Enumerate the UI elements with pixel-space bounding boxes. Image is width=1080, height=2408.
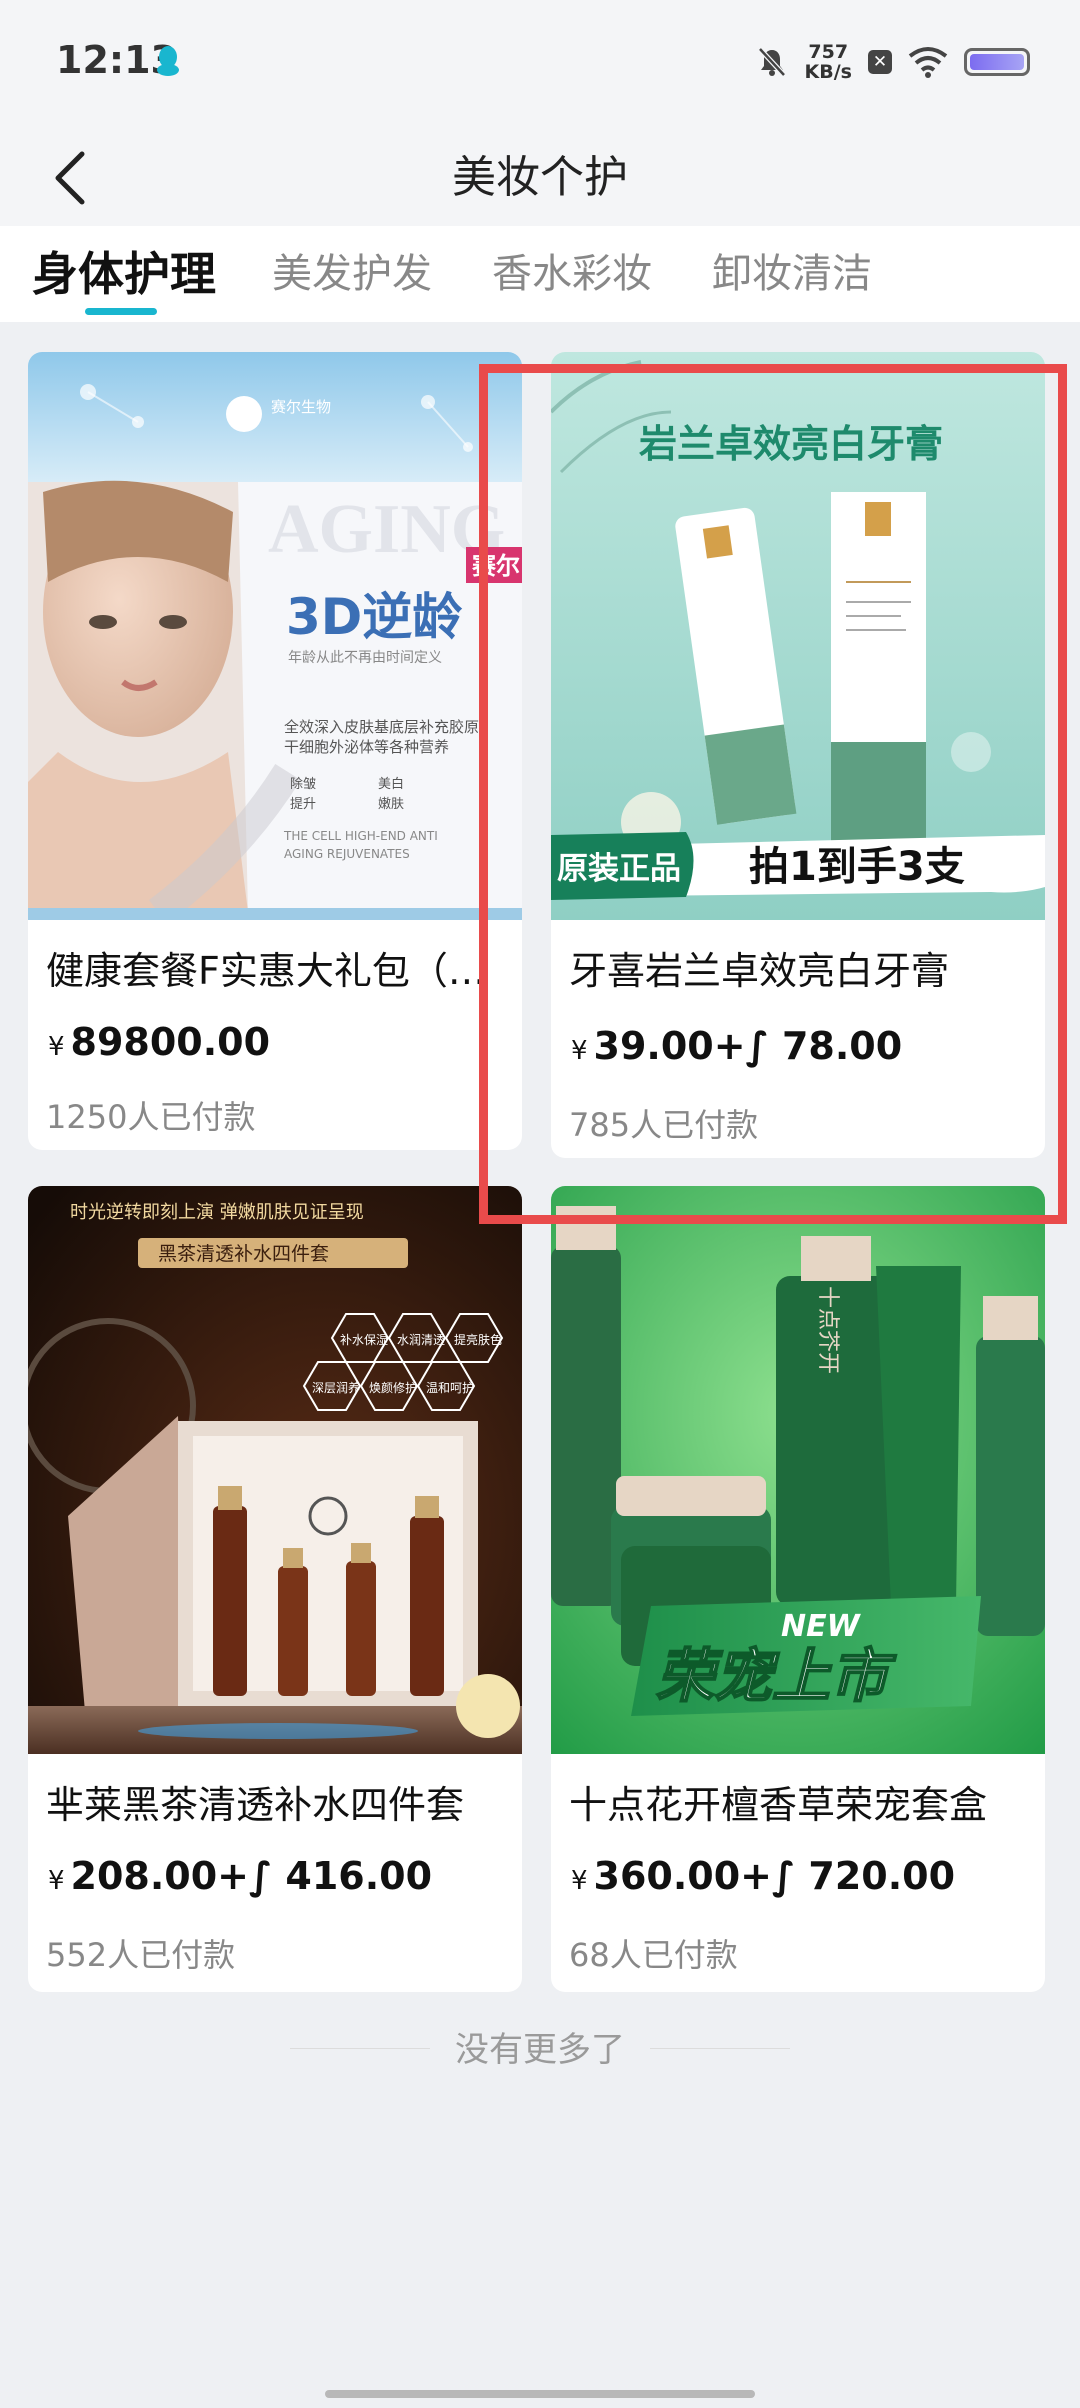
product-card[interactable]: 十点芥开 NEW 荣宠上市 十点花开檀香草荣宠套盒 ¥360.00+∫ 720.… xyxy=(551,1186,1045,1992)
product-title[interactable]: 十点花开檀香草荣宠套盒 xyxy=(569,1774,1027,1829)
benefit-hex: 提亮肤色 xyxy=(454,1332,502,1347)
benefit-hex: 深层润养 xyxy=(312,1380,360,1395)
top-slogan: 时光逆转即刻上演 弹嫩肌肤见证呈现 xyxy=(70,1202,364,1223)
home-indicator[interactable] xyxy=(325,2390,755,2398)
benefit-hex: 水润清透 xyxy=(397,1333,445,1347)
wifi-icon xyxy=(908,47,948,78)
product-image[interactable]: 时光逆转即刻上演 弹嫩肌肤见证呈现 黑茶清透补水四件套 补水保湿 水润清透 提亮… xyxy=(28,1186,522,1754)
desc-line-1: 全效深入皮肤基底层补充胶原 xyxy=(284,718,479,736)
check-item: 提升 xyxy=(290,796,316,812)
product-price: ¥208.00+∫ 416.00 xyxy=(48,1854,433,1898)
mute-bell-icon xyxy=(757,47,786,77)
status-bar: 12:13 757 KB/s ✕ xyxy=(0,0,1080,130)
product-image[interactable]: 十点芥开 NEW 荣宠上市 xyxy=(551,1186,1045,1754)
title-bar: 美妆个护 xyxy=(0,130,1080,226)
subline-text: 年龄从此不再由时间定义 xyxy=(288,650,442,666)
active-tab-indicator xyxy=(85,308,157,315)
qq-penguin-icon xyxy=(157,46,179,76)
new-tag: NEW xyxy=(781,1609,862,1644)
benefit-hex: 补水保湿 xyxy=(340,1332,388,1347)
no-more-text: 没有更多了 xyxy=(455,2030,625,2070)
product-card[interactable]: 时光逆转即刻上演 弹嫩肌肤见证呈现 黑茶清透补水四件套 补水保湿 水润清透 提亮… xyxy=(28,1186,522,1992)
tab-makeup-removal[interactable]: 卸妆清洁 xyxy=(712,226,872,322)
benefit-hex: 焕颜修护 xyxy=(369,1380,417,1395)
product-image[interactable]: 赛尔生物 AGING 赛尔 3D逆龄 年龄从此不再由时间定义 全效深入皮肤基底层… xyxy=(28,352,522,920)
brand-logo-text: 赛尔生物 xyxy=(271,399,331,416)
sold-count: 552人已付款 xyxy=(46,1936,236,1974)
product-price: ¥89800.00 xyxy=(48,1020,271,1064)
product-title[interactable]: 芈莱黑茶清透补水四件套 xyxy=(46,1774,504,1829)
selection-highlight xyxy=(479,364,1067,1224)
slogan-text: 荣宠上市 xyxy=(656,1642,897,1710)
check-item: 除皱 xyxy=(290,776,316,792)
en-line-1: THE CELL HIGH-END ANTI xyxy=(283,829,438,843)
page-title: 美妆个护 xyxy=(452,152,628,203)
tab-perfume-makeup[interactable]: 香水彩妆 xyxy=(492,226,652,322)
desc-line-2: 干细胞外泌体等各种营养 xyxy=(284,738,449,756)
status-icons: 757 KB/s ✕ xyxy=(755,40,1030,84)
category-tabs: 身体护理 美发护发 香水彩妆 卸妆清洁 xyxy=(0,226,1080,322)
product-price: ¥360.00+∫ 720.00 xyxy=(571,1854,956,1898)
en-line-2: AGING REJUVENATES xyxy=(284,847,410,861)
product-title[interactable]: 健康套餐F实惠大礼包（… xyxy=(46,940,504,995)
tab-hair-care[interactable]: 美发护发 xyxy=(272,226,432,322)
sim-x-icon: ✕ xyxy=(868,50,892,74)
check-item: 美白 xyxy=(378,776,404,792)
network-speed: 757 KB/s xyxy=(804,41,852,83)
sold-count: 68人已付款 xyxy=(569,1936,738,1974)
sold-count: 1250人已付款 xyxy=(46,1098,256,1136)
banner-text: 黑茶清透补水四件套 xyxy=(158,1243,329,1265)
product-card[interactable]: 赛尔生物 AGING 赛尔 3D逆龄 年龄从此不再由时间定义 全效深入皮肤基底层… xyxy=(28,352,522,1150)
check-item: 嫩肤 xyxy=(378,797,404,812)
headline-text: 3D逆龄 xyxy=(286,588,462,646)
brand-text: 十点芥开 xyxy=(815,1286,840,1374)
benefit-hex: 温和呵护 xyxy=(426,1381,474,1395)
battery-icon xyxy=(964,48,1030,76)
